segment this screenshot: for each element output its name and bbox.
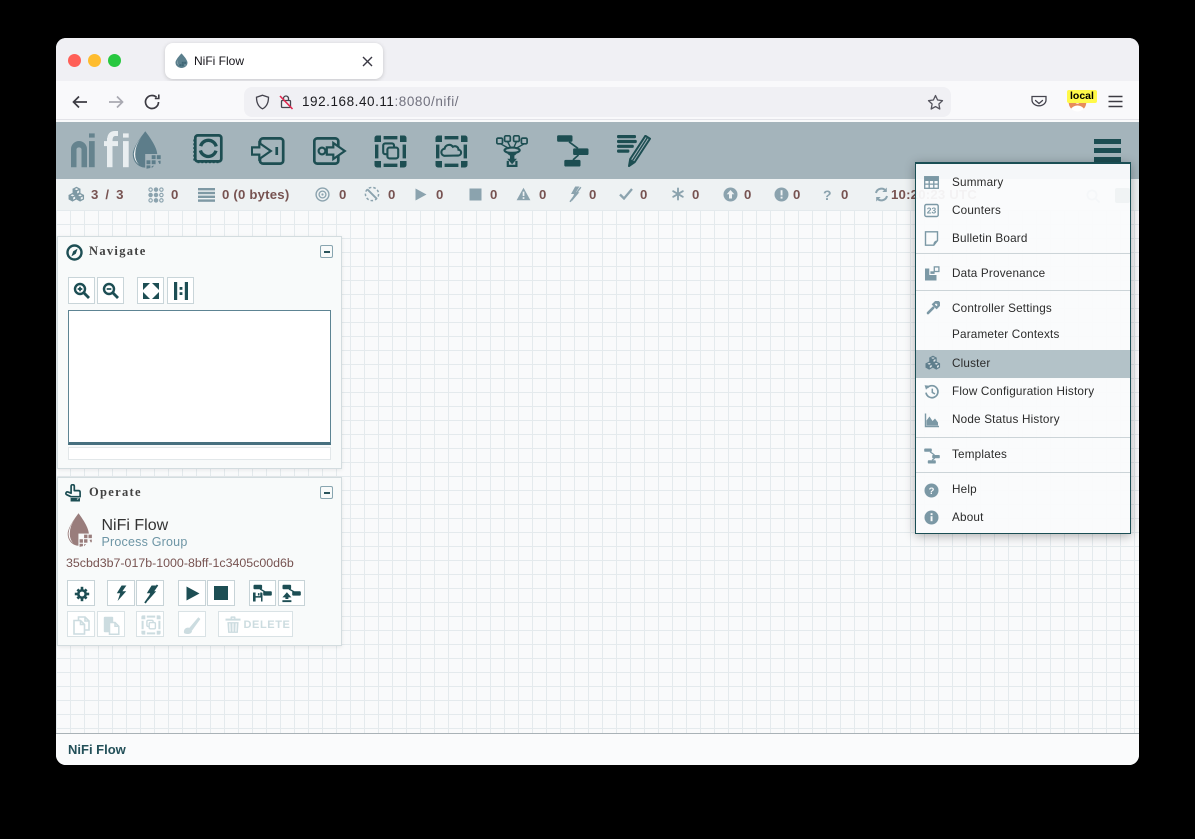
svg-text:23: 23 <box>927 206 937 216</box>
svg-text:?: ? <box>929 486 935 497</box>
